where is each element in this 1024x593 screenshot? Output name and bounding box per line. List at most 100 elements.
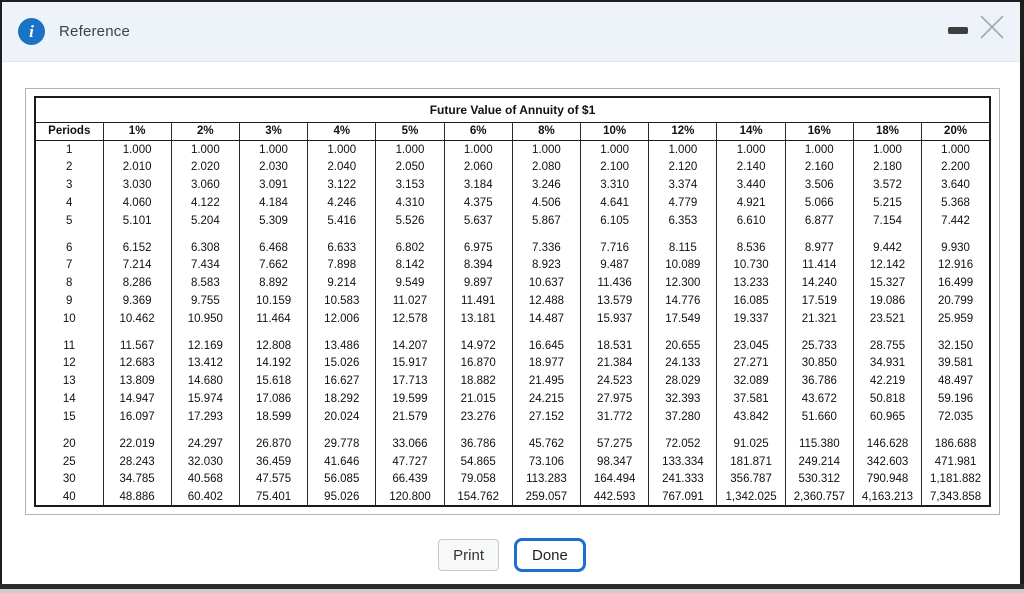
value-cell: 17.713: [375, 372, 445, 391]
value-cell: 26.870: [238, 434, 308, 453]
value-cell: 5.416: [307, 211, 376, 230]
value-cell: 6.105: [580, 211, 649, 230]
value-cell: 9.897: [443, 274, 513, 293]
value-cell: 3.122: [307, 176, 376, 194]
table-row: 13 13.809 14.680 15.618 16.627 17.713 18.882 21…: [35, 372, 990, 391]
value-cell: 2,360.757: [784, 488, 854, 506]
value-cell: 2.180: [852, 158, 922, 177]
value-cell: 32.150: [921, 336, 990, 355]
value-cell: 249.214: [784, 452, 854, 471]
value-cell: 14.776: [648, 292, 717, 310]
value-cell: 2.010: [102, 158, 172, 177]
table-row: 12 12.683 13.412 14.192 15.026 15.917 16.870 18…: [35, 354, 990, 373]
value-cell: 47.727: [375, 452, 445, 471]
value-cell: 20.024: [307, 407, 376, 426]
value-cell: 13.181: [443, 309, 513, 328]
value-cell: 146.628: [852, 434, 922, 453]
value-cell: 181.871: [716, 452, 786, 471]
value-cell: 12.300: [648, 274, 717, 293]
value-cell: 37.581: [716, 390, 786, 408]
column-header-rate: 10%: [580, 122, 649, 142]
value-cell: 8.583: [170, 274, 240, 293]
value-cell: 5.368: [921, 194, 990, 212]
table-row: 40 48.886 60.402 75.401 95.026 120.800 154.762…: [35, 488, 990, 506]
print-button[interactable]: Print: [438, 539, 499, 571]
value-cell: 37.280: [648, 407, 717, 426]
column-header-periods: Periods: [35, 122, 103, 142]
value-cell: 2.100: [580, 158, 649, 177]
period-cell: 3: [66, 179, 73, 192]
value-cell: 6.152: [102, 238, 172, 257]
period-cell: 7: [66, 259, 73, 272]
value-cell: 51.660: [784, 407, 854, 426]
table-row: 5 5.101 5.204 5.309 5.416 5.526 5.637 5.867 6.10…: [35, 211, 990, 230]
value-cell: 3.030: [102, 176, 172, 194]
value-cell: 21.321: [784, 309, 854, 328]
column-header-rate: 2%: [170, 122, 240, 142]
done-button[interactable]: Done: [513, 538, 586, 572]
value-cell: 25.959: [921, 309, 990, 328]
value-cell: 72.052: [648, 434, 717, 453]
value-cell: 20.655: [648, 336, 717, 355]
value-cell: 59.196: [921, 390, 990, 408]
value-cell: 16.499: [921, 274, 990, 293]
period-cell: 5: [66, 214, 73, 227]
reference-table-card: Future Value of Annuity of $1 Periods 1% 2%…: [25, 88, 1000, 515]
value-cell: 5.204: [170, 211, 240, 230]
value-cell: 1.000: [307, 140, 376, 159]
close-icon[interactable]: [976, 11, 1008, 43]
window-frame-right: [1020, 0, 1024, 584]
table-title: Future Value of Annuity of $1: [35, 97, 990, 123]
value-cell: 10.730: [716, 256, 786, 275]
value-cell: 10.637: [511, 274, 581, 293]
value-cell: 21.015: [443, 390, 513, 408]
value-cell: 25.733: [784, 336, 854, 355]
value-cell: 14.972: [443, 336, 513, 355]
value-cell: 27.271: [716, 354, 786, 373]
value-cell: 15.026: [307, 354, 376, 373]
value-cell: 10.159: [238, 292, 308, 310]
value-cell: 8.142: [375, 256, 445, 275]
value-cell: 356.787: [716, 470, 786, 489]
value-cell: 9.214: [307, 274, 376, 293]
table-row: 11 11.567 12.169 12.808 13.486 14.207 14.972 16…: [35, 336, 990, 355]
value-cell: 3.506: [784, 176, 854, 194]
value-cell: 11.414: [784, 256, 854, 275]
value-cell: 23.521: [852, 309, 922, 328]
value-cell: 14.680: [170, 372, 240, 391]
dialog-actions: Print Done: [0, 538, 1024, 572]
value-cell: 2.020: [170, 158, 240, 177]
value-cell: 16.870: [443, 354, 513, 373]
value-cell: 4.122: [170, 194, 240, 212]
value-cell: 1.000: [102, 140, 172, 159]
value-cell: 28.755: [852, 336, 922, 355]
value-cell: 8.286: [102, 274, 172, 293]
value-cell: 7.214: [102, 256, 172, 275]
value-cell: 11.436: [580, 274, 649, 293]
value-cell: 19.086: [852, 292, 922, 310]
value-cell: 36.786: [784, 372, 854, 391]
value-cell: 1.000: [375, 140, 445, 159]
value-cell: 66.439: [375, 470, 445, 489]
column-header-rate: 16%: [784, 122, 854, 142]
value-cell: 14.192: [238, 354, 308, 373]
value-cell: 23.045: [716, 336, 786, 355]
value-cell: 442.593: [580, 488, 649, 506]
value-cell: 10.462: [102, 309, 172, 328]
period-cell: 40: [62, 490, 76, 503]
value-cell: 4.375: [443, 194, 513, 212]
value-cell: 98.347: [580, 452, 649, 471]
value-cell: 4.921: [716, 194, 786, 212]
value-cell: 767.091: [648, 488, 717, 506]
value-cell: 34.931: [852, 354, 922, 373]
value-cell: 14.240: [784, 274, 854, 293]
table-row: 6 6.152 6.308 6.468 6.633 6.802 6.975 7.336 7.71…: [35, 238, 990, 257]
value-cell: 42.219: [852, 372, 922, 391]
value-cell: 6.610: [716, 211, 786, 230]
minimize-icon[interactable]: [948, 27, 968, 34]
value-cell: 47.575: [238, 470, 308, 489]
value-cell: 23.276: [443, 407, 513, 426]
value-cell: 14.207: [375, 336, 445, 355]
value-cell: 73.106: [511, 452, 581, 471]
value-cell: 4.779: [648, 194, 717, 212]
